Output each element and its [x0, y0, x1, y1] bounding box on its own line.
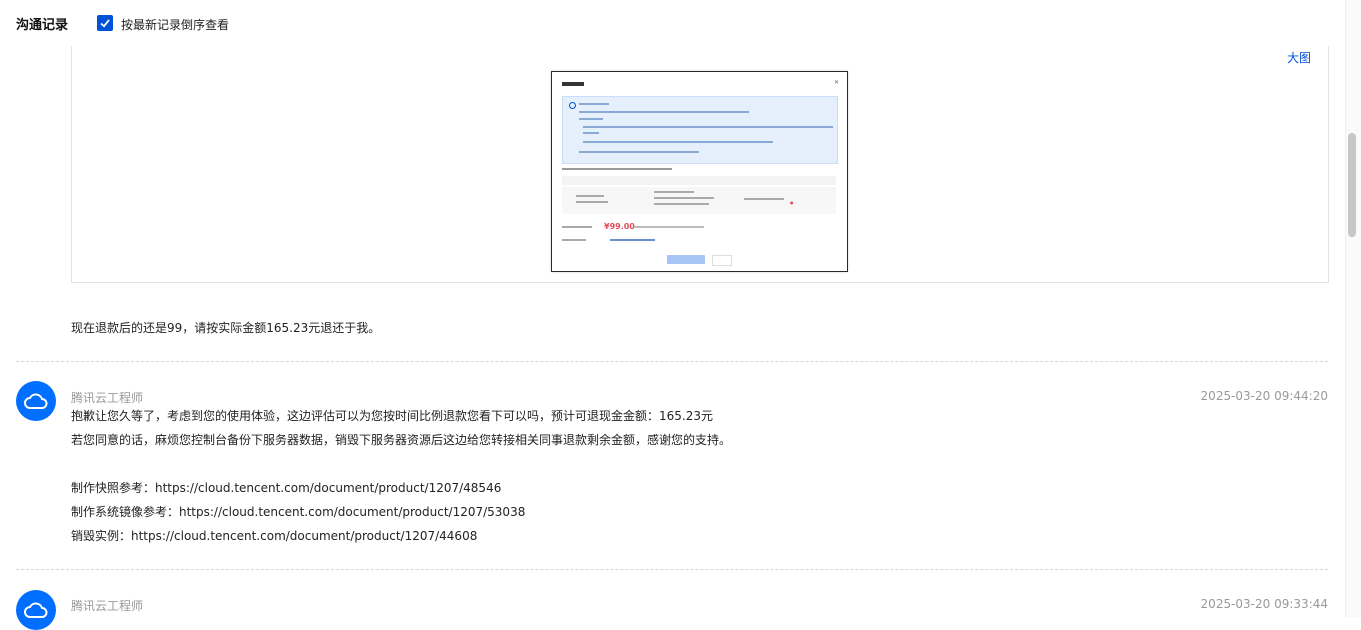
- sender-name: 腾讯云工程师: [71, 599, 144, 613]
- sort-checkbox[interactable]: [97, 15, 113, 31]
- screenshot-text-line: [579, 151, 699, 153]
- screenshot-status: ●: [790, 200, 794, 205]
- screenshot-text-line: [610, 239, 655, 241]
- message-link-text[interactable]: 制作快照参考：https://cloud.tencent.com/documen…: [71, 480, 501, 496]
- scrollbar-track[interactable]: [1345, 0, 1361, 617]
- message-divider: [16, 569, 1328, 570]
- screenshot-confirm-button: [667, 255, 705, 264]
- screenshot-text-line: [654, 203, 709, 205]
- cloud-icon: [24, 602, 48, 618]
- screenshot-text-line: [579, 103, 609, 105]
- page-title: 沟通记录: [16, 18, 69, 33]
- screenshot-cancel-button: [712, 255, 732, 266]
- sort-checkbox-label[interactable]: 按最新记录倒序查看: [121, 16, 229, 33]
- screenshot-text-line: [576, 201, 608, 203]
- screenshot-text-line: [583, 126, 833, 128]
- engineer-avatar: [16, 590, 56, 630]
- screenshot-text-line: [634, 226, 704, 228]
- screenshot-text-line: [579, 111, 749, 113]
- message-text: 现在退款后的还是99，请按实际金额165.23元退还于我。: [71, 321, 381, 335]
- message-text: 抱歉让您久等了，考虑到您的使用体验，这边评估可以为您按时间比例退款您看下可以吗，…: [71, 409, 713, 423]
- screenshot-dialog-title: [562, 82, 584, 86]
- screenshot-table-header: [562, 176, 836, 185]
- check-icon: [100, 19, 110, 28]
- message-link-text[interactable]: 销毁实例：https://cloud.tencent.com/document/…: [71, 528, 477, 544]
- screenshot-text-line: [562, 168, 672, 170]
- engineer-avatar: [16, 381, 56, 421]
- screenshot-price: ¥99.00: [604, 222, 635, 231]
- message-timestamp: 2025-03-20 09:44:20: [1200, 389, 1328, 403]
- attachment-screenshot[interactable]: ✕ ● ¥99.00: [552, 72, 847, 271]
- info-icon: [569, 102, 576, 109]
- view-large-image-link[interactable]: 大图: [1287, 49, 1311, 66]
- scrollbar-thumb[interactable]: [1348, 133, 1356, 237]
- screenshot-text-line: [744, 198, 784, 200]
- screenshot-notice-box: [562, 96, 838, 164]
- message-timestamp: 2025-03-20 09:33:44: [1200, 597, 1328, 611]
- screenshot-close-icon: ✕: [833, 79, 839, 86]
- screenshot-text-line: [654, 191, 694, 193]
- communication-header: 沟通记录 按最新记录倒序查看: [0, 0, 1345, 46]
- screenshot-text-line: [583, 132, 599, 134]
- message-text: 若您同意的话，麻烦您控制台备份下服务器数据，销毁下服务器资源后这边给您转接相关同…: [71, 433, 732, 447]
- cloud-icon: [24, 393, 48, 409]
- message-link-text[interactable]: 制作系统镜像参考：https://cloud.tencent.com/docum…: [71, 504, 525, 520]
- screenshot-text-line: [562, 226, 592, 228]
- message-divider: [16, 361, 1328, 362]
- screenshot-text-line: [576, 195, 604, 197]
- screenshot-text-line: [579, 118, 603, 120]
- screenshot-text-line: [654, 197, 714, 199]
- sender-name: 腾讯云工程师: [71, 391, 144, 405]
- screenshot-text-line: [583, 141, 773, 143]
- screenshot-table: [562, 176, 836, 214]
- screenshot-text-line: [562, 239, 586, 241]
